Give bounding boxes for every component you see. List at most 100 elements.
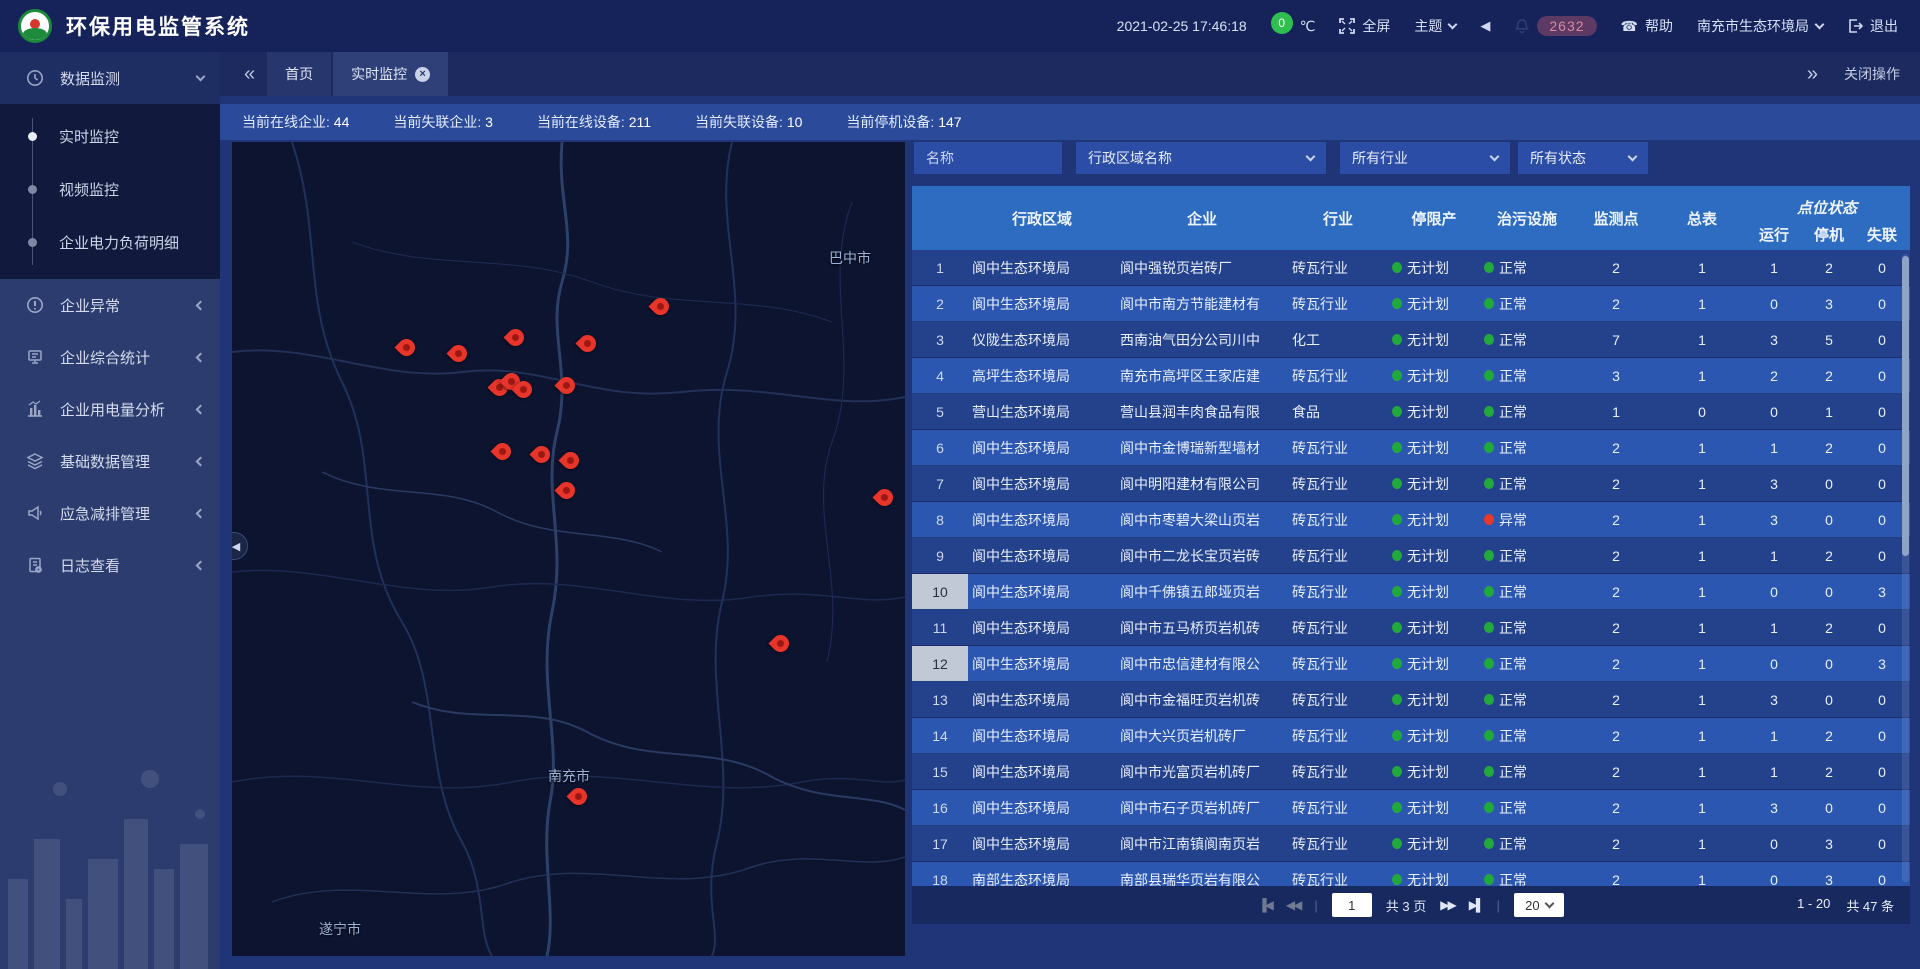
map-pin-15[interactable]: [570, 785, 588, 809]
col-header-3[interactable]: 行业: [1288, 186, 1388, 250]
sidebar-item-1[interactable]: 企业异常: [0, 279, 220, 331]
map-pin-10[interactable]: [533, 443, 551, 467]
table-row[interactable]: 12阆中生态环境局阆中市忠信建材有限公砖瓦行业无计划正常21003: [912, 646, 1910, 682]
status-select[interactable]: 所有状态: [1518, 142, 1648, 174]
sidebar-item-6[interactable]: 日志查看: [0, 539, 220, 591]
theme-dropdown[interactable]: 主题: [1414, 16, 1456, 36]
col-header-1[interactable]: 行政区域: [968, 186, 1116, 250]
map-pin-2[interactable]: [507, 326, 525, 350]
col-header-6[interactable]: 监测点: [1574, 186, 1658, 250]
logout-button[interactable]: 退出: [1847, 16, 1898, 36]
table-row[interactable]: 18南部生态环境局南部县瑞华页岩有限公砖瓦行业无计划正常21030: [912, 862, 1910, 886]
map-pin-4[interactable]: [652, 295, 670, 319]
table-row[interactable]: 13阆中生态环境局阆中市金福旺页岩机砖砖瓦行业无计划正常21300: [912, 682, 1910, 718]
sidebar-subitem-label: 企业电力负荷明细: [59, 232, 179, 253]
map-pin-0[interactable]: [398, 336, 416, 360]
tabs-scroll-left-icon[interactable]: «: [234, 63, 265, 86]
table-row[interactable]: 6阆中生态环境局阆中市金博瑞新型墙材砖瓦行业无计划正常21120: [912, 430, 1910, 466]
table-row[interactable]: 7阆中生态环境局阆中明阳建材有限公司砖瓦行业无计划正常21300: [912, 466, 1910, 502]
col-subheader-1[interactable]: 停机: [1802, 220, 1856, 250]
sidebar-item-5[interactable]: 应急减排管理: [0, 487, 220, 539]
tabs-scroll-right-icon[interactable]: »: [1807, 63, 1818, 86]
table-row[interactable]: 1阆中生态环境局阆中强锐页岩砖厂砖瓦行业无计划正常21120: [912, 250, 1910, 286]
cell-stop-status: 无计划: [1388, 646, 1480, 681]
map-pin-7[interactable]: [515, 378, 533, 402]
cell-stop-status: 无计划: [1388, 502, 1480, 537]
row-index: 6: [912, 430, 968, 465]
table-row[interactable]: 14阆中生态环境局阆中大兴页岩机砖厂砖瓦行业无计划正常21120: [912, 718, 1910, 754]
col-subheader-0[interactable]: 运行: [1746, 220, 1802, 250]
chevron-down-icon: [1544, 899, 1554, 909]
col-header-4[interactable]: 停限产: [1388, 186, 1480, 250]
col-header-2[interactable]: 企业: [1116, 186, 1288, 250]
sidebar-subitem-1[interactable]: 视频监控: [0, 163, 220, 216]
table-scrollbar[interactable]: [1902, 254, 1909, 882]
table-row[interactable]: 15阆中生态环境局阆中市光富页岩机砖厂砖瓦行业无计划正常21120: [912, 754, 1910, 790]
table-row[interactable]: 3仪陇生态环境局西南油气田分公司川中化工无计划正常71350: [912, 322, 1910, 358]
cell-region: 阆中生态环境局: [968, 610, 1116, 645]
cell-industry: 砖瓦行业: [1288, 610, 1388, 645]
sidebar-item-0[interactable]: 数据监测: [0, 52, 220, 104]
pin-icon: [490, 439, 514, 463]
next-page-icon[interactable]: ▶▶: [1440, 898, 1454, 912]
fullscreen-button[interactable]: 全屏: [1339, 16, 1390, 36]
col-header-0[interactable]: [912, 186, 968, 250]
status-dot-icon: [1484, 334, 1494, 345]
col-header-5[interactable]: 治污设施: [1480, 186, 1574, 250]
close-operations-button[interactable]: 关闭操作: [1844, 64, 1900, 84]
industry-select[interactable]: 所有行业: [1340, 142, 1510, 174]
cell-running: 1: [1746, 610, 1802, 645]
cell-region: 阆中生态环境局: [968, 646, 1116, 681]
page-size-select[interactable]: 20: [1514, 893, 1564, 917]
notifications[interactable]: 2632: [1514, 16, 1596, 36]
cell-region: 阆中生态环境局: [968, 538, 1116, 573]
tab-0[interactable]: 首页: [267, 52, 331, 96]
map-pin-3[interactable]: [579, 332, 597, 356]
table-row[interactable]: 10阆中生态环境局阆中千佛镇五郎垭页岩砖瓦行业无计划正常21003: [912, 574, 1910, 610]
first-page-icon[interactable]: ▐◀: [1258, 898, 1272, 912]
cell-halted: 0: [1802, 502, 1856, 537]
mute-button[interactable]: ◀: [1480, 18, 1490, 34]
map-pin-14[interactable]: [772, 632, 790, 656]
col-header-7[interactable]: 总表: [1658, 186, 1746, 250]
map-pin-13[interactable]: [876, 486, 894, 510]
cell-facility-status: 正常: [1480, 646, 1574, 681]
sidebar-subitem-2[interactable]: 企业电力负荷明细: [0, 216, 220, 269]
table-row[interactable]: 2阆中生态环境局阆中市南方节能建材有砖瓦行业无计划正常21030: [912, 286, 1910, 322]
table-row[interactable]: 17阆中生态环境局阆中市江南镇阆南页岩砖瓦行业无计划正常21030: [912, 826, 1910, 862]
table-row[interactable]: 11阆中生态环境局阆中市五马桥页岩机砖砖瓦行业无计划正常21120: [912, 610, 1910, 646]
table-row[interactable]: 16阆中生态环境局阆中市石子页岩机砖厂砖瓦行业无计划正常21300: [912, 790, 1910, 826]
tab-1[interactable]: 实时监控×: [333, 52, 448, 96]
last-page-icon[interactable]: ▶▌: [1469, 898, 1483, 912]
cell-lost: 0: [1856, 250, 1908, 285]
map-pin-11[interactable]: [562, 449, 580, 473]
region-select[interactable]: 行政区域名称: [1076, 142, 1326, 174]
table-row[interactable]: 5营山生态环境局营山县润丰肉食品有限食品无计划正常10010: [912, 394, 1910, 430]
prev-page-icon[interactable]: ◀◀: [1286, 898, 1300, 912]
map-pin-1[interactable]: [450, 342, 468, 366]
name-search-input[interactable]: 名称: [914, 142, 1062, 174]
tab-close-icon[interactable]: ×: [415, 67, 430, 82]
map-pin-9[interactable]: [494, 440, 512, 464]
app-title: 环保用电监管系统: [66, 11, 250, 41]
map-pin-12[interactable]: [558, 479, 576, 503]
cell-halted: 5: [1802, 322, 1856, 357]
scrollbar-thumb[interactable]: [1902, 256, 1909, 556]
stat-1: 当前失联企业: 3: [393, 112, 493, 132]
page-number-input[interactable]: 1: [1332, 893, 1372, 917]
help-button[interactable]: ☎ 帮助: [1621, 16, 1673, 36]
sidebar-subitem-0[interactable]: 实时监控: [0, 110, 220, 163]
map-pin-8[interactable]: [558, 374, 576, 398]
bullet-dot-icon: [28, 185, 37, 194]
status-dot-icon: [1484, 766, 1494, 777]
status-dot-icon: [1392, 802, 1402, 813]
sidebar-item-2[interactable]: 企业综合统计: [0, 331, 220, 383]
table-row[interactable]: 4高坪生态环境局南充市高坪区王家店建砖瓦行业无计划正常31220: [912, 358, 1910, 394]
sidebar-item-4[interactable]: 基础数据管理: [0, 435, 220, 487]
table-row[interactable]: 9阆中生态环境局阆中市二龙长宝页岩砖砖瓦行业无计划正常21120: [912, 538, 1910, 574]
col-subheader-2[interactable]: 失联: [1856, 220, 1908, 250]
sidebar-item-3[interactable]: 企业用电量分析: [0, 383, 220, 435]
org-dropdown[interactable]: 南充市生态环境局: [1697, 16, 1823, 36]
map[interactable]: 巴中市南充市遂宁市 ◀: [232, 142, 905, 956]
table-row[interactable]: 8阆中生态环境局阆中市枣碧大梁山页岩砖瓦行业无计划异常21300: [912, 502, 1910, 538]
